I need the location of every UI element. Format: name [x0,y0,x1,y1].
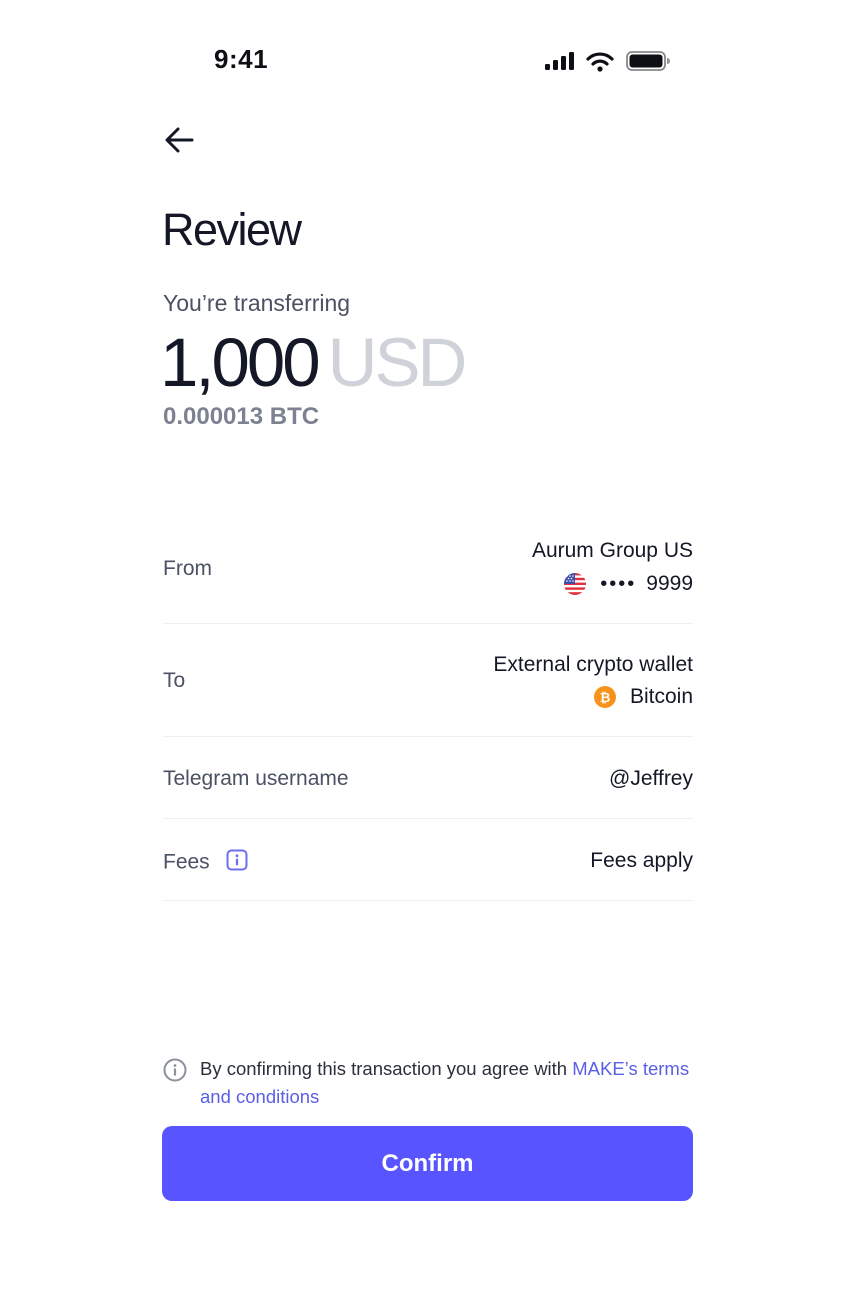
us-flag-icon [564,573,587,595]
status-icons [544,48,670,74]
from-name: Aurum Group US [531,539,693,562]
fees-value: Fees apply [590,849,693,872]
disclaimer-body: By confirming this transaction you agree… [200,1058,573,1079]
cellular-signal-icon [545,52,574,70]
disclaimer-text: By confirming this transaction you agree… [200,1055,690,1111]
transfer-label: You’re transferring [163,290,351,316]
detail-row-from: From Aurum Group US •••• 9999 [163,530,693,624]
crypto-equivalent: 0.000013 BTC [163,403,320,430]
telegram-username: @Jeffrey [609,767,693,790]
to-asset: ₿ Bitcoin [593,685,693,709]
status-time: 9:41 [214,44,269,74]
to-label: To [163,669,186,692]
telegram-label: Telegram username [163,767,349,790]
account-last4: 9999 [646,572,693,595]
arrow-left-icon [165,127,194,153]
from-label: From [163,557,212,580]
back-button[interactable] [160,122,200,158]
transfer-amount: 1,000 USD [160,324,468,401]
detail-row-telegram: Telegram username @Jeffrey [163,737,693,819]
bitcoin-icon: ₿ [593,686,616,708]
to-name: External crypto wallet [493,653,693,676]
detail-row-to: To External crypto wallet ₿ Bitcoin [163,624,693,737]
from-account: •••• 9999 [564,572,693,596]
svg-text:₿: ₿ [600,691,611,706]
masked-digits: •••• [600,572,637,595]
info-circle-icon [163,1058,187,1087]
amount-value: 1,000 [160,324,321,401]
fees-info-icon[interactable] [226,849,248,877]
wifi-icon [586,52,614,72]
fees-label: Fees [163,850,210,874]
detail-row-fees: Fees Fees apply [163,819,693,901]
asset-name: Bitcoin [629,685,693,708]
page-title: Review [162,204,302,255]
confirm-button[interactable]: Confirm [162,1126,693,1201]
battery-icon [626,51,670,71]
amount-currency: USD [327,324,468,401]
fees-label-group: Fees [163,849,248,877]
